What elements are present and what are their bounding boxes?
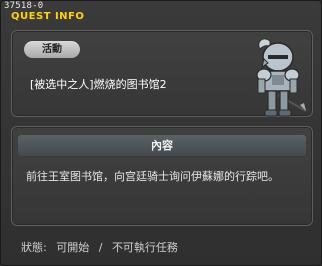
status-unavailable: 不可執行任務 [111, 241, 178, 254]
quest-summary-panel: 活動 [被选中之人]燃烧的图书馆2 [11, 30, 313, 117]
content-header: 內容 [18, 135, 306, 156]
status-available: 可開始 [56, 241, 90, 254]
quest-content-panel: 內容 前往王室图书馆，向宫廷骑士询问伊蘇娜的行踪吧。 [11, 126, 313, 226]
content-text: 前往王室图书馆，向宫廷骑士询问伊蘇娜的行踪吧。 [26, 170, 279, 183]
status-separator: / [98, 241, 103, 254]
quest-name: [被选中之人]燃烧的图书馆2 [30, 78, 167, 91]
quest-type-badge: 活動 [24, 41, 80, 58]
status-label: 狀態: [21, 241, 47, 254]
quest-id: 37518-0 [4, 1, 44, 11]
status-line: 狀態: 可開始 / 不可執行任務 [21, 239, 184, 255]
armored-knight-icon [256, 38, 307, 117]
quest-info-window: 37518-0 QUEST INFO 活動 [被选中之人]燃烧的图书馆2 內容 … [0, 0, 322, 266]
window-title: QUEST INFO [11, 11, 85, 22]
